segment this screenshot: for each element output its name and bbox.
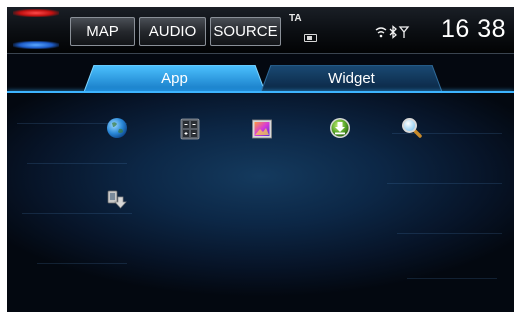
- clock: 16 38: [440, 15, 506, 43]
- globe-icon[interactable]: [106, 117, 128, 139]
- battery-icon: [304, 34, 317, 42]
- app-install-icon[interactable]: [106, 189, 128, 211]
- app-grid: [7, 93, 514, 312]
- tab-widget[interactable]: Widget: [261, 65, 442, 92]
- status-icons: [375, 25, 410, 39]
- light-ray: [387, 183, 502, 184]
- status-bar-divider: [7, 53, 514, 54]
- light-ray: [27, 163, 127, 164]
- bluetooth-icon: [389, 25, 397, 39]
- calculator-icon[interactable]: [179, 118, 201, 140]
- home-indicator-red: [13, 9, 59, 17]
- tab-widget-label: Widget: [328, 70, 375, 87]
- map-button[interactable]: MAP: [70, 17, 135, 46]
- download-icon[interactable]: [329, 117, 351, 139]
- tab-app[interactable]: App: [84, 65, 265, 92]
- magnifier-icon[interactable]: [401, 117, 423, 139]
- light-ray: [407, 278, 497, 279]
- wifi-icon: [375, 27, 387, 34]
- source-button[interactable]: SOURCE: [210, 17, 281, 46]
- home-button[interactable]: [7, 7, 65, 53]
- head-unit-screen: MAP AUDIO SOURCE TA 16 38 App Widget: [7, 7, 514, 312]
- traffic-announcement-indicator: TA: [289, 13, 302, 24]
- light-ray: [37, 263, 127, 264]
- signal-icon: [398, 26, 410, 38]
- status-bar: MAP AUDIO SOURCE TA 16 38: [7, 7, 514, 53]
- home-indicator-blue: [13, 41, 59, 49]
- light-ray: [22, 213, 132, 214]
- light-ray: [397, 233, 502, 234]
- tab-app-label: App: [161, 70, 188, 87]
- picture-icon[interactable]: [251, 118, 273, 140]
- audio-button[interactable]: AUDIO: [139, 17, 206, 46]
